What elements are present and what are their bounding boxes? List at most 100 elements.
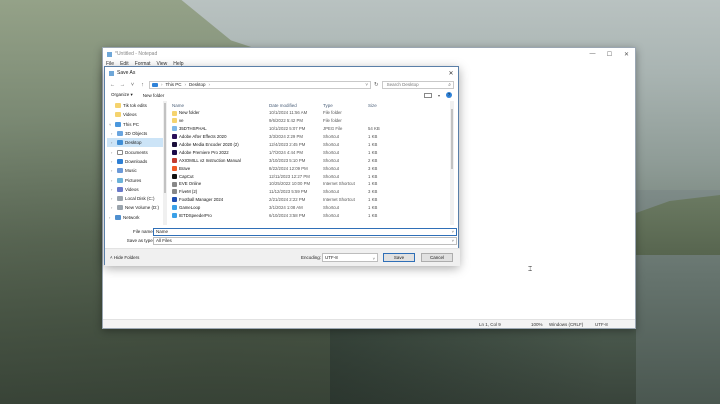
notepad-statusbar: Ln 1, Col 9 100% Windows (CRLF) UTF-8: [103, 319, 635, 328]
chevron-down-icon[interactable]: ˅: [365, 82, 368, 87]
minimize-icon[interactable]: —: [584, 51, 601, 58]
capcut-icon: [172, 173, 177, 179]
search-input[interactable]: Search Desktop ⌕: [381, 80, 454, 89]
dialog-titlebar[interactable]: Save As ✕: [105, 67, 458, 79]
file-name: ve: [179, 118, 184, 124]
nav-item-new-volume-d[interactable]: › New Volume (D:): [107, 203, 163, 212]
refresh-icon[interactable]: ↻: [374, 82, 379, 88]
music-icon: [117, 168, 123, 174]
nav-item-local-disk-c[interactable]: › Local Disk (C:): [107, 194, 163, 203]
file-list-scrollbar[interactable]: [450, 101, 454, 225]
navigation-scrollbar[interactable]: [163, 101, 167, 225]
column-type[interactable]: Type: [323, 103, 333, 108]
dialog-body: Tik tok edits Videos ˅ This PC › 3D Obje…: [105, 101, 460, 225]
file-row[interactable]: CapCut 12/11/2023 12:27 PM Shortcut 1 KB: [168, 172, 456, 180]
chevron-down-icon[interactable]: ˅: [452, 238, 454, 244]
file-name-row: File name: Name ˅: [105, 228, 460, 237]
file-type: Shortcut: [323, 173, 340, 179]
column-size[interactable]: Size: [368, 103, 377, 108]
cancel-button[interactable]: Cancel: [421, 253, 453, 262]
file-row[interactable]: Adobe Media Encoder 2020 (2) 12/4/2023 2:…: [168, 141, 456, 149]
chevron-right-icon[interactable]: ›: [111, 131, 115, 136]
file-row[interactable]: Brave 8/22/2024 12:09 PM Shortcut 3 KB: [168, 164, 456, 172]
recent-locations-icon[interactable]: ˅: [129, 82, 136, 88]
nav-item-network[interactable]: › Network: [107, 213, 163, 222]
chevron-right-icon[interactable]: ›: [111, 159, 115, 164]
file-type: Shortcut: [323, 213, 340, 219]
file-row[interactable]: Adobe Premiere Pro 2022 1/7/2024 4:44 PM S…: [168, 148, 456, 156]
chevron-right-icon[interactable]: ›: [111, 150, 115, 155]
chevron-right-icon[interactable]: ›: [109, 215, 113, 220]
file-row[interactable]: IETDSpeederPro 6/10/2024 3:58 PM Shortcut 1…: [168, 212, 456, 220]
up-arrow-icon[interactable]: ↑: [139, 82, 146, 88]
media-encoder-icon: [172, 142, 177, 148]
save-button[interactable]: Save: [383, 253, 415, 262]
organize-button[interactable]: Organize ▾: [111, 92, 133, 98]
new-folder-button[interactable]: New folder: [143, 93, 165, 98]
file-row[interactable]: Adobe After Effects 2020 3/3/2024 2:29 PM…: [168, 133, 456, 141]
chevron-down-icon[interactable]: ˅: [452, 229, 454, 235]
file-name-input[interactable]: Name ˅: [153, 228, 457, 236]
close-icon[interactable]: ✕: [618, 51, 635, 58]
file-size: 1 KB: [368, 205, 378, 211]
chevron-right-icon[interactable]: ›: [111, 196, 115, 201]
nav-item-downloads[interactable]: › Downloads: [107, 157, 163, 166]
back-arrow-icon[interactable]: ←: [109, 82, 116, 88]
chevron-down-icon[interactable]: ˅: [109, 122, 113, 127]
scrollbar-thumb[interactable]: [164, 103, 166, 193]
hide-folders-button[interactable]: ˄ Hide Folders: [110, 255, 139, 260]
notepad-titlebar[interactable]: *Untitled - Notepad — ☐ ✕: [103, 48, 635, 60]
nav-item-videos-quick[interactable]: Videos: [107, 110, 163, 119]
chevron-right-icon[interactable]: ›: [111, 187, 115, 192]
search-placeholder: Search Desktop: [386, 82, 419, 87]
column-name[interactable]: Name: [172, 103, 184, 108]
file-date: 10/1/2024 11:56 AM: [269, 110, 308, 116]
chevron-down-icon[interactable]: ˅: [373, 255, 375, 262]
view-dropdown-icon[interactable]: ▾: [438, 93, 440, 98]
chevron-right-icon: ›: [161, 82, 163, 87]
chevron-right-icon[interactable]: ›: [111, 178, 115, 183]
file-row[interactable]: 35DTHSPHAL 10/1/2022 5:07 PM JPEG File 54 K…: [168, 125, 456, 133]
file-row[interactable]: ve 9/6/2022 5:42 PM File folder: [168, 117, 456, 125]
column-date-modified[interactable]: Date modified: [269, 103, 297, 108]
breadcrumb-this-pc[interactable]: This PC: [166, 82, 182, 87]
nav-item-desktop[interactable]: › Desktop: [107, 138, 163, 148]
address-bar[interactable]: › This PC › Desktop › ˅: [149, 80, 371, 89]
file-row[interactable]: Football Manager 2024 2/21/2024 2:22 PM In…: [168, 196, 456, 204]
forward-arrow-icon[interactable]: →: [119, 82, 126, 88]
save-as-type-select[interactable]: All Files ˅: [153, 237, 457, 245]
maximize-icon[interactable]: ☐: [601, 51, 618, 58]
nav-item-3d-objects[interactable]: › 3D Objects: [107, 129, 163, 138]
breadcrumb-desktop[interactable]: Desktop: [189, 82, 206, 87]
help-icon[interactable]: ?: [446, 92, 452, 98]
nav-item-pictures[interactable]: › Pictures: [107, 175, 163, 184]
chevron-right-icon[interactable]: ›: [111, 168, 115, 173]
file-type: Internet Shortcut: [323, 181, 355, 187]
file-date: 12/11/2023 12:27 PM: [269, 173, 310, 179]
file-name: EVE Online: [179, 181, 202, 187]
view-options-icon[interactable]: [423, 92, 432, 98]
chevron-right-icon: ›: [208, 82, 211, 87]
scrollbar-thumb[interactable]: [451, 109, 453, 169]
file-row[interactable]: FiveM (2) 11/12/2023 5:59 PM Shortcut 3 KB: [168, 188, 456, 196]
file-row[interactable]: AXIOMILL v2 Instruction Manual 3/10/2023 …: [168, 156, 456, 164]
nav-item-label: New Volume (D:): [125, 205, 160, 211]
file-name: Adobe After Effects 2020: [179, 134, 227, 140]
file-row[interactable]: New folder 10/1/2024 11:56 AM File folder: [168, 109, 456, 117]
file-row[interactable]: EVE Online 10/25/2022 10:00 PM Internet Sh…: [168, 180, 456, 188]
nav-item-videos[interactable]: › Videos: [107, 185, 163, 194]
file-row[interactable]: GameLoop 3/1/2024 1:08 AM Shortcut 1 KB: [168, 204, 456, 212]
nav-item-tik-tok-edits[interactable]: Tik tok edits: [107, 101, 163, 110]
file-name-label: File name:: [132, 229, 154, 234]
nav-item-documents[interactable]: › Documents: [107, 147, 163, 156]
file-type: File folder: [323, 118, 342, 124]
encoding-select[interactable]: UTF-8 ˅: [322, 253, 378, 262]
nav-item-this-pc[interactable]: ˅ This PC: [107, 120, 163, 129]
dialog-close-icon[interactable]: ✕: [444, 70, 458, 77]
chevron-right-icon[interactable]: ›: [111, 205, 115, 210]
file-size: 3 KB: [368, 189, 378, 195]
pdf-icon: [172, 157, 177, 163]
chevron-right-icon[interactable]: ›: [111, 140, 115, 145]
nav-item-music[interactable]: › Music: [107, 166, 163, 175]
file-type: Shortcut: [323, 142, 340, 147]
